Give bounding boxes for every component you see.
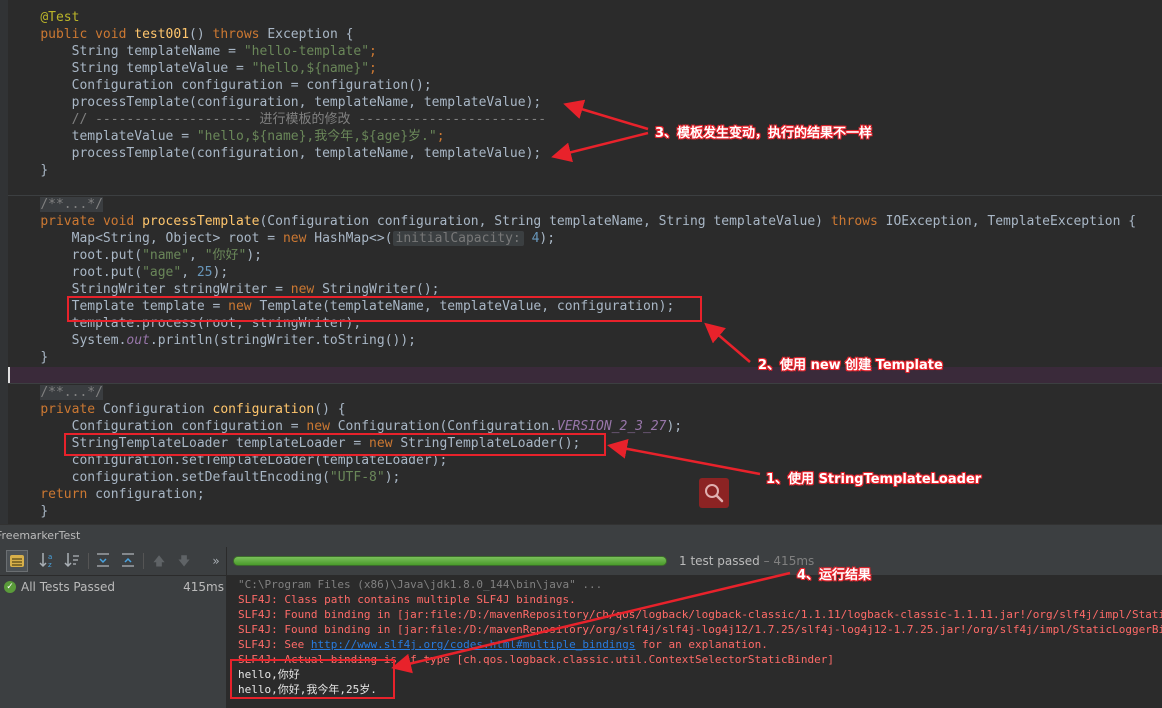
code-line: processTemplate(configuration, templateN… bbox=[40, 95, 542, 110]
code-line: public void test001() throws Exception { bbox=[40, 27, 354, 42]
next-failed-button[interactable]: 🡇 bbox=[173, 550, 195, 572]
code-line: root.put("age", 25); bbox=[40, 265, 229, 280]
expand-all-button[interactable] bbox=[92, 550, 114, 572]
highlight-box-template bbox=[67, 296, 702, 322]
test-tree-root-time: 415ms bbox=[183, 580, 224, 594]
test-tree-panel: ✓ All Tests Passed 415ms bbox=[0, 576, 227, 708]
console-line: SLF4J: Class path contains multiple SLF4… bbox=[238, 593, 576, 606]
annotation-4: 4、运行结果 bbox=[797, 568, 872, 583]
sort-duration-icon bbox=[64, 553, 79, 568]
console-line: SLF4J: See http://www.slf4j.org/codes.ht… bbox=[238, 638, 768, 651]
code-line: private Configuration configuration() { bbox=[40, 402, 346, 417]
annotation-1: 1、使用 StringTemplateLoader bbox=[766, 472, 982, 487]
arrow-up-icon: 🡅 bbox=[152, 554, 166, 568]
code-line: root.put("name", "你好"); bbox=[40, 248, 262, 263]
chevron-double-right-icon: » bbox=[212, 554, 220, 568]
search-icon bbox=[705, 484, 724, 503]
show-passed-icon bbox=[10, 555, 24, 567]
code-line: private void processTemplate(Configurati… bbox=[40, 214, 1137, 229]
folded-comment[interactable]: /**...*/ bbox=[40, 385, 103, 400]
show-passed-button[interactable] bbox=[6, 550, 28, 572]
code-line: configuration.setDefaultEncoding("UTF-8"… bbox=[40, 470, 401, 485]
code-line: Map<String, Object> root = new HashMap<>… bbox=[40, 231, 556, 246]
test-tree-root[interactable]: ✓ All Tests Passed 415ms bbox=[0, 578, 226, 596]
code-line: /**...*/ bbox=[9, 384, 1162, 401]
test-status-label: 1 test passed bbox=[679, 554, 760, 568]
console-line: SLF4J: Found binding in [jar:file:/D:/ma… bbox=[238, 608, 1162, 621]
collapse-all-button[interactable] bbox=[117, 550, 139, 572]
test-status: 1 test passed – 415ms bbox=[679, 554, 814, 568]
console-line: SLF4J: Found binding in [jar:file:/D:/ma… bbox=[238, 623, 1162, 636]
text-caret bbox=[8, 367, 10, 384]
test-progress-fill bbox=[234, 557, 666, 565]
folded-comment[interactable]: /**...*/ bbox=[40, 197, 103, 212]
toolbar-separator bbox=[88, 553, 89, 569]
highlight-box-output bbox=[230, 659, 395, 699]
highlight-box-loader bbox=[64, 433, 606, 456]
code-line: @Test bbox=[40, 10, 80, 25]
arrow-down-icon: 🡇 bbox=[177, 554, 191, 568]
sort-alpha-icon: a z bbox=[39, 553, 52, 569]
test-progress-bar bbox=[233, 556, 667, 566]
console-command-line[interactable]: "C:\Program Files (x86)\Java\jdk1.8.0_14… bbox=[238, 577, 602, 592]
svg-text:a: a bbox=[48, 553, 52, 561]
code-line: Configuration configuration = configurat… bbox=[40, 78, 432, 93]
more-actions-button[interactable]: » bbox=[205, 550, 227, 572]
toolbar-separator bbox=[143, 553, 144, 569]
code-line: templateValue = "hello,${name},我今年,${age… bbox=[40, 129, 445, 144]
code-line: return configuration; bbox=[9, 487, 205, 502]
run-tool-window-title[interactable]: FreemarkerTest bbox=[0, 524, 1162, 547]
panel-divider bbox=[226, 547, 227, 575]
code-line: // -------------------- 进行模板的修改 --------… bbox=[40, 112, 547, 127]
code-editor[interactable]: @Test public void test001() throws Excep… bbox=[0, 0, 1162, 524]
code-line: String templateName = "hello-template"; bbox=[40, 44, 377, 59]
collapse-all-icon bbox=[122, 553, 134, 567]
code-line: } bbox=[40, 350, 49, 365]
sort-alphabetically-button[interactable]: a z bbox=[36, 550, 58, 572]
code-line: } bbox=[40, 163, 49, 178]
previous-failed-button[interactable]: 🡅 bbox=[148, 550, 170, 572]
annotation-2: 2、使用 new 创建 Template bbox=[758, 358, 943, 373]
run-config-name: FreemarkerTest bbox=[0, 529, 81, 542]
code-line: System.out.println(stringWriter.toString… bbox=[40, 333, 416, 348]
expand-all-icon bbox=[97, 553, 109, 567]
editor-gutter[interactable] bbox=[0, 0, 8, 524]
parameter-hint: initialCapacity: bbox=[392, 231, 524, 246]
sort-by-duration-button[interactable] bbox=[61, 550, 83, 572]
current-line-highlight bbox=[8, 367, 1162, 384]
code-line: String templateValue = "hello,${name}"; bbox=[40, 61, 377, 76]
code-line: /**...*/ bbox=[9, 196, 1162, 213]
svg-text:z: z bbox=[48, 561, 52, 569]
code-line: } bbox=[40, 504, 49, 519]
test-tree-root-label: All Tests Passed bbox=[21, 580, 115, 594]
code-line: processTemplate(configuration, templateN… bbox=[40, 146, 542, 161]
passed-check-icon: ✓ bbox=[4, 581, 16, 593]
search-button[interactable] bbox=[699, 478, 729, 508]
annotation-3: 3、模板发生变动，执行的结果不一样 bbox=[655, 126, 873, 141]
slf4j-link[interactable]: http://www.slf4j.org/codes.html#multiple… bbox=[311, 638, 636, 651]
